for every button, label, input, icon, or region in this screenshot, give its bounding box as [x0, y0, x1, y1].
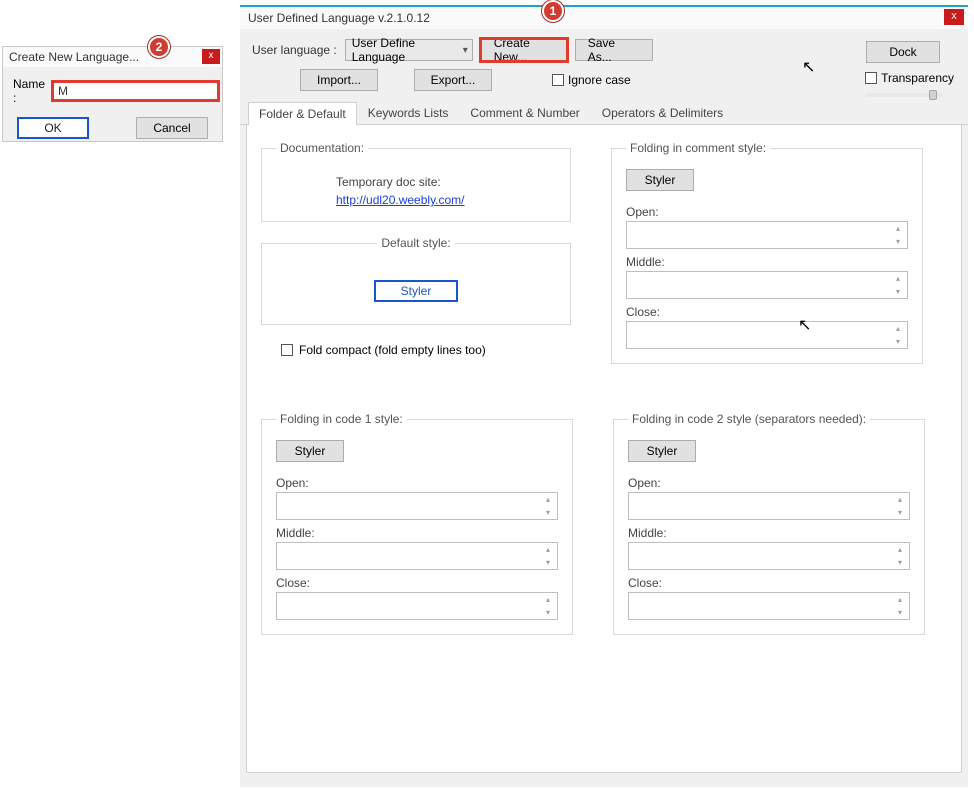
code2-middle-input[interactable]: ▴▾ [628, 542, 910, 570]
default-styler-button[interactable]: Styler [374, 280, 458, 302]
close-label: Close: [276, 576, 558, 590]
tab-strip: Folder & Default Keywords Lists Comment … [240, 101, 968, 125]
tab-comment-number[interactable]: Comment & Number [459, 101, 590, 124]
create-new-button[interactable]: Create New... [481, 39, 567, 61]
comment-styler-button[interactable]: Styler [626, 169, 694, 191]
code1-open-input[interactable]: ▴▾ [276, 492, 558, 520]
combo-value: User Define Language [352, 36, 463, 64]
modal-title-bar: Create New Language... x [3, 47, 222, 67]
checkbox-box [865, 72, 877, 84]
doc-site-label: Temporary doc site: [336, 175, 556, 189]
close-button[interactable]: x [944, 9, 964, 25]
default-style-group: Default style: Styler [261, 236, 571, 325]
dialog-title: User Defined Language v.2.1.0.12 [248, 11, 430, 25]
doc-link[interactable]: http://udl20.weebly.com/ [336, 193, 465, 207]
checkbox-box [552, 74, 564, 86]
import-button[interactable]: Import... [300, 69, 378, 91]
tab-content: Documentation: Temporary doc site: http:… [246, 125, 962, 773]
folding-comment-group: Folding in comment style: Styler Open: ▴… [611, 141, 923, 364]
folding-code2-legend: Folding in code 2 style (separators need… [628, 412, 870, 426]
open-label: Open: [276, 476, 558, 490]
close-label: Close: [628, 576, 910, 590]
fold-compact-checkbox[interactable]: Fold compact (fold empty lines too) [281, 343, 571, 357]
dialog-title-bar: User Defined Language v.2.1.0.12 x [240, 7, 968, 29]
tab-operators-delimiters[interactable]: Operators & Delimiters [591, 101, 734, 124]
code2-open-input[interactable]: ▴▾ [628, 492, 910, 520]
code2-styler-button[interactable]: Styler [628, 440, 696, 462]
user-language-label: User language : [252, 43, 337, 57]
udl-dialog: User Defined Language v.2.1.0.12 x Dock … [240, 5, 968, 787]
cancel-button[interactable]: Cancel [136, 117, 208, 139]
modal-title: Create New Language... [9, 50, 139, 64]
tab-keywords-lists[interactable]: Keywords Lists [357, 101, 460, 124]
user-language-combo[interactable]: User Define Language ▾ [345, 39, 473, 61]
modal-close-button[interactable]: x [202, 49, 220, 64]
code1-close-input[interactable]: ▴▾ [276, 592, 558, 620]
documentation-group: Documentation: Temporary doc site: http:… [261, 141, 571, 222]
annotation-badge-1: 1 [542, 0, 564, 22]
documentation-legend: Documentation: [276, 141, 368, 155]
transparency-label: Transparency [881, 71, 954, 85]
close-label: Close: [626, 305, 908, 319]
transparency-checkbox[interactable]: Transparency [865, 71, 954, 85]
chevron-down-icon: ▾ [463, 45, 468, 56]
default-style-legend: Default style: [377, 236, 454, 250]
middle-label: Middle: [628, 526, 910, 540]
folding-code1-legend: Folding in code 1 style: [276, 412, 407, 426]
ignore-case-checkbox[interactable]: Ignore case [552, 73, 631, 87]
checkbox-box [281, 344, 293, 356]
middle-label: Middle: [626, 255, 908, 269]
save-as-button[interactable]: Save As... [575, 39, 653, 61]
tab-folder-default[interactable]: Folder & Default [248, 102, 357, 125]
ignore-case-label: Ignore case [568, 73, 631, 87]
create-language-modal: Create New Language... x Name : OK Cance… [2, 46, 223, 142]
fold-compact-label: Fold compact (fold empty lines too) [299, 343, 486, 357]
ok-button[interactable]: OK [17, 117, 89, 139]
comment-open-input[interactable]: ▴▾ [626, 221, 908, 249]
comment-close-input[interactable]: ▴▾ [626, 321, 908, 349]
open-label: Open: [628, 476, 910, 490]
folding-code2-group: Folding in code 2 style (separators need… [613, 412, 925, 635]
slider-thumb[interactable] [929, 90, 937, 100]
annotation-badge-2: 2 [148, 36, 170, 58]
code2-close-input[interactable]: ▴▾ [628, 592, 910, 620]
code1-styler-button[interactable]: Styler [276, 440, 344, 462]
open-label: Open: [626, 205, 908, 219]
transparency-slider[interactable] [865, 93, 943, 97]
export-button[interactable]: Export... [414, 69, 492, 91]
name-input[interactable] [51, 80, 220, 102]
name-label: Name : [13, 77, 45, 105]
middle-label: Middle: [276, 526, 558, 540]
folding-comment-legend: Folding in comment style: [626, 141, 770, 155]
dock-button[interactable]: Dock [866, 41, 940, 63]
folding-code1-group: Folding in code 1 style: Styler Open: ▴▾… [261, 412, 573, 635]
comment-middle-input[interactable]: ▴▾ [626, 271, 908, 299]
code1-middle-input[interactable]: ▴▾ [276, 542, 558, 570]
